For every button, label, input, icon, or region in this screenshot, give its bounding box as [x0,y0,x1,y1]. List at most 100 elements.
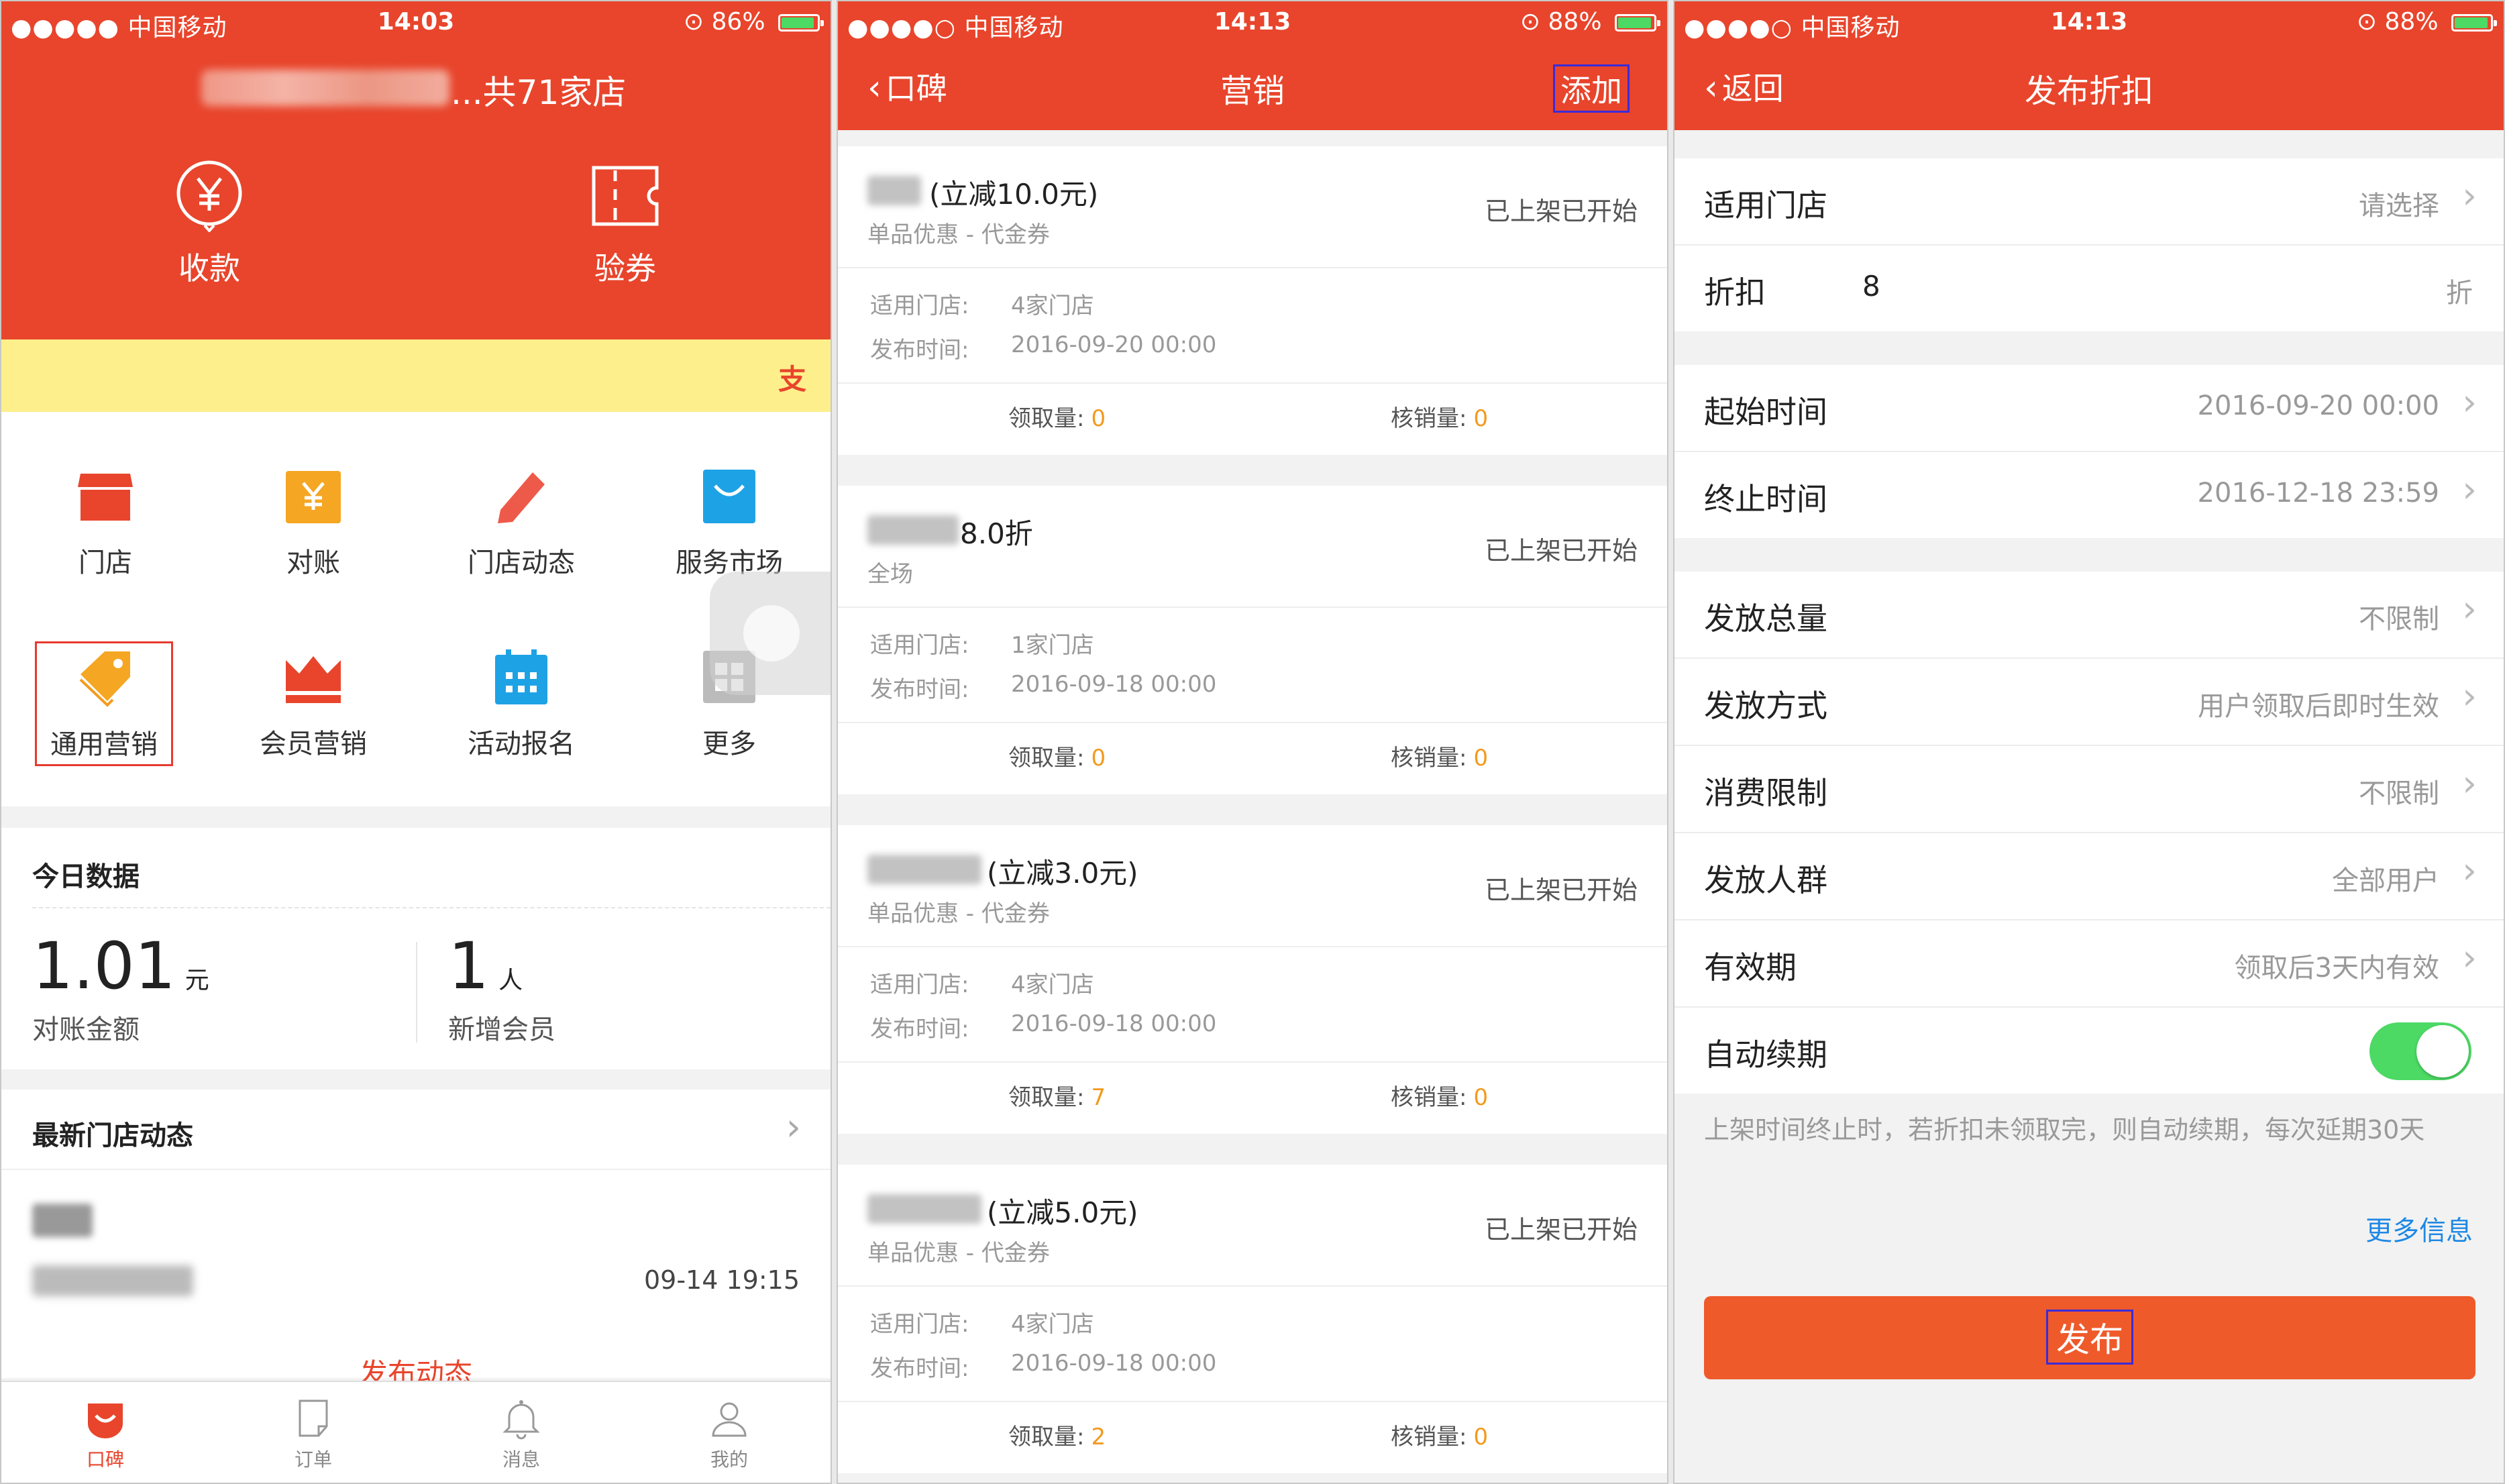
method-row[interactable]: 发放方式 用户领取后即时生效 › [1674,659,2504,746]
coupon-type: 全场 [867,561,913,588]
feature-grid: 门店 对账 门店动态 服务市场 通用营销 会员营销 活动报名 更多 [1,412,831,806]
add-button[interactable]: 添加 [1553,64,1630,113]
row-label: 终止时间 [1704,481,1827,517]
chevron-right-icon: › [2462,937,2477,979]
coupon-card[interactable]: 8.0折 全场 已上架已开始 适用门店: 1家门店 发布时间: 2016-09-… [838,486,1667,794]
stat-divider [416,942,417,1043]
chevron-right-icon[interactable]: › [786,1106,801,1149]
grid-item-member-marketing[interactable]: 会员营销 [209,647,417,761]
blurred-coupon-name [867,515,959,545]
auto-renew-row: 自动续期 [1674,1008,2504,1094]
blurred-coupon-name [867,1194,981,1224]
status-bar: ●●●●○ 中国移动 14:13 ⊙ 88% [1674,1,2504,44]
new-members-stat[interactable]: 1人 新增会员 [448,929,555,1047]
row-value: 2016-09-20 00:00 [2197,390,2439,421]
tab-label: 我的 [710,1448,748,1471]
blurred-coupon-name [867,855,981,884]
row-label: 起始时间 [1704,394,1827,430]
verified-label: 核销量: [1391,1424,1467,1450]
verified-label: 核销量: [1391,745,1467,772]
grid-item-service-market[interactable]: 服务市场 [625,466,831,580]
stores-key: 适用门店: [870,632,969,659]
coupon-name: (立减10.0元) [929,178,1099,211]
claimed-label: 领取量: [1008,745,1085,772]
status-bar: ●●●●● 中国移动 14:03 ⊙ 86% [1,1,831,44]
start-time-row[interactable]: 起始时间 2016-09-20 00:00 › [1674,365,2504,452]
tab-mine[interactable]: 我的 [625,1397,831,1472]
tab-orders[interactable]: 订单 [209,1397,417,1472]
tab-messages[interactable]: 消息 [417,1397,625,1472]
battery-status: ⊙ 88% [2357,8,2497,36]
members-unit: 人 [498,967,523,994]
chevron-right-icon: › [2462,849,2477,892]
crown-icon [283,647,343,707]
divider [838,1401,1667,1402]
claimed-label: 领取量: [1008,1084,1085,1111]
more-info-link[interactable]: 更多信息 [2365,1209,2473,1248]
coupon-name: (立减3.0元) [987,857,1138,890]
tab-bar: 口碑 订单 消息 我的 [1,1381,831,1483]
row-value: 不限制 [2359,604,2439,635]
claimed-label: 领取量: [1008,405,1085,432]
reconcile-amount-stat[interactable]: 1.01 元 对账金额 [32,929,209,1047]
claimed-value: 7 [1091,1084,1106,1111]
blurred-merchant-name [201,70,449,106]
coupon-card[interactable]: (立减10.0元) 单品优惠 - 代金券 已上架已开始 适用门店: 4家门店 发… [838,146,1667,455]
page-title: 营销 [1220,72,1285,110]
tab-label: 口碑 [86,1448,124,1471]
time-key: 发布时间: [870,1016,969,1043]
grid-item-store-news[interactable]: 门店动态 [417,466,625,580]
battery-icon [1615,14,1660,32]
limit-row[interactable]: 消费限制 不限制 › [1674,746,2504,833]
verified-value: 0 [1473,405,1489,432]
store-count-title: ...共71家店 [451,73,627,112]
ticket-icon [588,158,662,232]
discount-input[interactable]: 8 [1862,270,1880,303]
status-bar: ●●●●○ 中国移动 14:13 ⊙ 88% [838,1,1667,44]
publish-button[interactable]: 发布 [1704,1296,2475,1379]
notice-banner[interactable]: 支 [1,339,831,412]
grid-item-reconcile[interactable]: 对账 [209,466,417,580]
row-value: 2016-12-18 23:59 [2197,478,2439,509]
grid-item-event-signup[interactable]: 活动报名 [417,647,625,761]
divider [838,1285,1667,1287]
stores-value: 4家门店 [1011,971,1094,998]
stores-value: 4家门店 [1011,1311,1094,1338]
floating-assistive-button[interactable] [710,572,831,695]
claimed-count: 领取量: 2 [1008,1418,1106,1451]
divider [838,267,1667,268]
row-label: 有效期 [1704,949,1797,986]
row-label: 发放总量 [1704,600,1827,637]
row-label: 折扣 [1704,274,1766,311]
collect-payment-button[interactable]: 收款 [89,158,330,288]
yuan-circle-icon [172,158,246,233]
lock-rotation-icon: ⊙ [1520,8,1541,36]
validity-row[interactable]: 有效期 领取后3天内有效 › [1674,920,2504,1008]
page-title: 发布折扣 [2024,72,2153,110]
grid-item-general-marketing[interactable]: 通用营销 [35,641,173,766]
user-icon [708,1397,751,1440]
tab-label: 订单 [294,1448,332,1471]
coupon-state: 已上架已开始 [1484,876,1638,905]
grid-item-store[interactable]: 门店 [1,466,209,580]
battery-status: ⊙ 88% [1520,8,1660,36]
stores-value: 4家门店 [1011,293,1094,319]
auto-renew-toggle[interactable] [2369,1022,2471,1080]
coupon-card[interactable]: (立减3.0元) 单品优惠 - 代金券 已上架已开始 适用门店: 4家门店 发布… [838,825,1667,1134]
stores-value: 1家门店 [1011,632,1094,659]
verify-coupon-button[interactable]: 验券 [504,158,746,288]
end-time-row[interactable]: 终止时间 2016-12-18 23:59 › [1674,452,2504,538]
marketing-list-screen: ●●●●○ 中国移动 14:13 ⊙ 88% ‹ 口碑 营销 添加 (立减10.0… [837,0,1668,1484]
coupon-card[interactable]: (立减5.0元) 单品优惠 - 代金券 已上架已开始 适用门店: 4家门店 发布… [838,1165,1667,1473]
grid-label: 对账 [286,547,340,578]
stores-row[interactable]: 适用门店 请选择 › [1674,158,2504,246]
claimed-value: 0 [1091,745,1106,772]
news-time: 09-14 19:15 [643,1265,800,1295]
audience-row[interactable]: 发放人群 全部用户 › [1674,833,2504,920]
verified-count: 核销量: 0 [1391,739,1488,772]
members-label: 新增会员 [448,1014,555,1045]
grid-label: 门店动态 [468,547,575,578]
tab-koubei[interactable]: 口碑 [1,1397,209,1472]
chevron-right-icon: › [2462,174,2477,217]
total-row[interactable]: 发放总量 不限制 › [1674,572,2504,659]
